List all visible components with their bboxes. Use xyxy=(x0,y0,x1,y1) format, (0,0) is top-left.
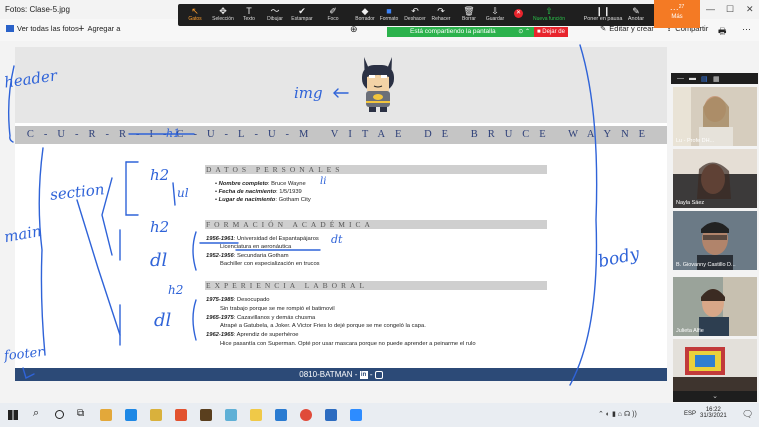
participants-toolbar: — ▬ ▤ ▦ xyxy=(671,73,758,84)
annotation-h2-1: h2 xyxy=(150,166,170,184)
participant-video[interactable]: Lu - Profe DH... xyxy=(673,87,757,146)
annotation-ul: ul xyxy=(177,186,189,200)
app-icon-red[interactable] xyxy=(175,409,187,421)
taskbar: ⌕ ⧉ ⌃ ◐ ▮ ⌂ ☊ )) ESP 16:22 31/3/2021 🗨 xyxy=(0,403,759,427)
notifications-icon[interactable]: 🗨 xyxy=(742,409,753,420)
participant-video[interactable]: B. Giovanny Castillo D... xyxy=(673,211,757,270)
edge-icon[interactable] xyxy=(125,409,137,421)
participant-name: Julieta Alfie xyxy=(676,328,704,334)
annotation-h2-3: h2 xyxy=(168,283,184,297)
zoom-app-icon[interactable] xyxy=(350,409,362,421)
annotation-dl-1: dl xyxy=(150,250,168,271)
sticky-notes-icon[interactable] xyxy=(150,409,162,421)
gallery-view-icon[interactable]: ▦ xyxy=(713,75,720,83)
vscode-icon[interactable] xyxy=(275,409,287,421)
chrome-icon[interactable] xyxy=(300,409,312,421)
chevron-down-icon: ⌄ xyxy=(712,393,718,400)
task-view-icon[interactable]: ⧉ xyxy=(77,408,84,419)
annotation-dt: dt xyxy=(331,233,343,246)
speaker-view-icon[interactable]: ▤ xyxy=(701,75,708,83)
search-icon[interactable]: ⌕ xyxy=(33,407,39,420)
app-icon-teal[interactable] xyxy=(225,409,237,421)
list-view-icon[interactable]: ▬ xyxy=(689,75,696,82)
folder-icon[interactable] xyxy=(250,409,262,421)
participant-name: B. Giovanny Castillo D... xyxy=(676,262,736,268)
participant-video[interactable]: Julieta Alfie xyxy=(673,277,757,336)
participant-video[interactable]: Nayla Sáez xyxy=(673,149,757,208)
participant-image xyxy=(673,339,757,391)
participant-video[interactable] xyxy=(673,339,757,391)
system-tray-icons[interactable]: ⌃ ◐ ▮ ⌂ ☊ )) xyxy=(598,410,637,418)
windows-start-icon[interactable] xyxy=(8,410,18,420)
ink-strokes xyxy=(7,44,598,386)
annotation-li: li xyxy=(320,176,327,187)
participants-scroll[interactable]: ⌄ xyxy=(673,391,757,402)
minimize-panel-icon[interactable]: — xyxy=(677,75,684,82)
file-explorer-icon[interactable] xyxy=(100,409,112,421)
cortana-icon[interactable] xyxy=(55,410,64,419)
annotation-h2-2: h2 xyxy=(150,218,170,236)
annotation-h1: h1 xyxy=(166,127,181,140)
photos-icon[interactable] xyxy=(325,409,337,421)
annotation-dl-2: dl xyxy=(154,310,172,331)
participant-name: Nayla Sáez xyxy=(676,200,705,206)
clock[interactable]: 16:22 31/3/2021 xyxy=(700,407,727,419)
fireworks-icon[interactable] xyxy=(200,409,212,421)
language-indicator[interactable]: ESP xyxy=(684,411,696,417)
participant-name: Lu - Profe DH... xyxy=(676,138,715,144)
annotation-img: img xyxy=(294,84,323,102)
